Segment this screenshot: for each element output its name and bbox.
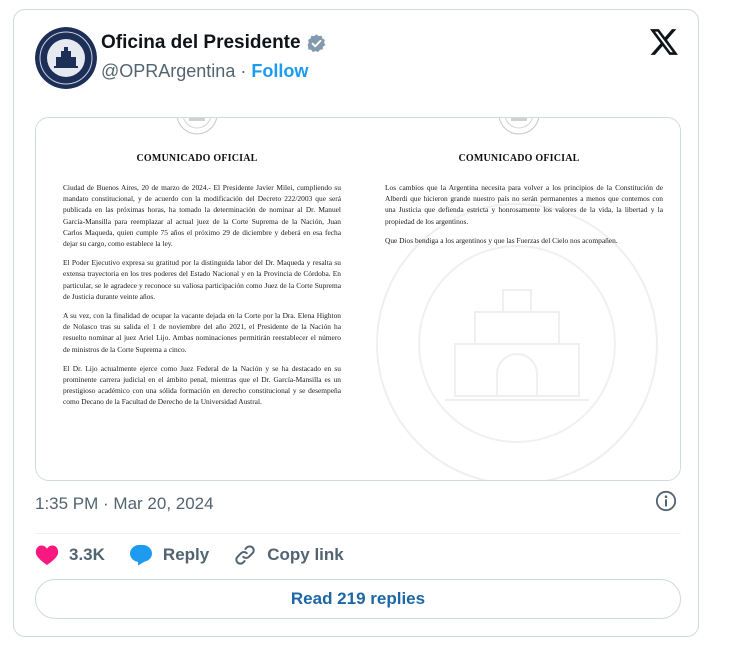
reply-button[interactable]: Reply (129, 544, 209, 566)
read-replies-button[interactable]: Read 219 replies (35, 579, 681, 619)
embedded-tweet-card: Oficina del Presidente @OPRArgentina · F… (13, 9, 699, 637)
info-icon[interactable] (655, 490, 677, 512)
verified-badge-icon (306, 33, 327, 54)
document-page-left: COMUNICADO OFICIAL Ciudad de Buenos Aire… (36, 118, 358, 480)
document-page-right: COMUNICADO OFICIAL Los cambios que la Ar… (358, 118, 680, 480)
document-paragraph: Que Dios bendiga a los argentinos y que … (385, 235, 618, 245)
copy-link-label: Copy link (267, 545, 344, 564)
like-button[interactable]: 3.3K (35, 544, 105, 566)
document-paragraph: El Dr. Lijo actualmente ejerce como Juez… (63, 363, 341, 407)
reply-icon (129, 545, 152, 566)
author-name[interactable]: Oficina del Presidente (101, 32, 301, 54)
document-title: COMUNICADO OFICIAL (458, 153, 580, 164)
author-handle[interactable]: @OPRArgentina (101, 61, 235, 81)
document-body: Ciudad de Buenos Aires, 20 de marzo de 2… (63, 182, 341, 416)
document-body: Los cambios que la Argentina necesita pa… (385, 182, 663, 254)
seal-icon (498, 118, 540, 135)
tweet-actions: 3.3K Reply Copy link (35, 541, 368, 569)
media-image[interactable]: COMUNICADO OFICIAL Ciudad de Buenos Aire… (35, 117, 681, 481)
heart-icon (35, 545, 59, 565)
link-icon (235, 545, 255, 565)
document-paragraph: A su vez, con la finalidad de ocupar la … (63, 311, 341, 354)
follow-button[interactable]: Follow (251, 61, 308, 81)
document-paragraph: Ciudad de Buenos Aires, 20 de marzo de 2… (63, 183, 341, 249)
document-title: COMUNICADO OFICIAL (136, 153, 258, 164)
handle-separator: · (240, 61, 247, 81)
tweet-timestamp[interactable]: 1:35 PM · Mar 20, 2024 (35, 494, 214, 514)
document-paragraph: El Poder Ejecutivo expresa su gratitud p… (63, 258, 341, 301)
seal-icon (176, 118, 218, 135)
divider (35, 533, 681, 534)
copy-link-button[interactable]: Copy link (233, 543, 344, 567)
x-logo-icon[interactable] (650, 29, 678, 55)
like-count: 3.3K (69, 545, 105, 564)
document-paragraph: Los cambios que la Argentina necesita pa… (385, 183, 663, 226)
avatar[interactable] (35, 27, 97, 89)
reply-label: Reply (162, 545, 210, 564)
